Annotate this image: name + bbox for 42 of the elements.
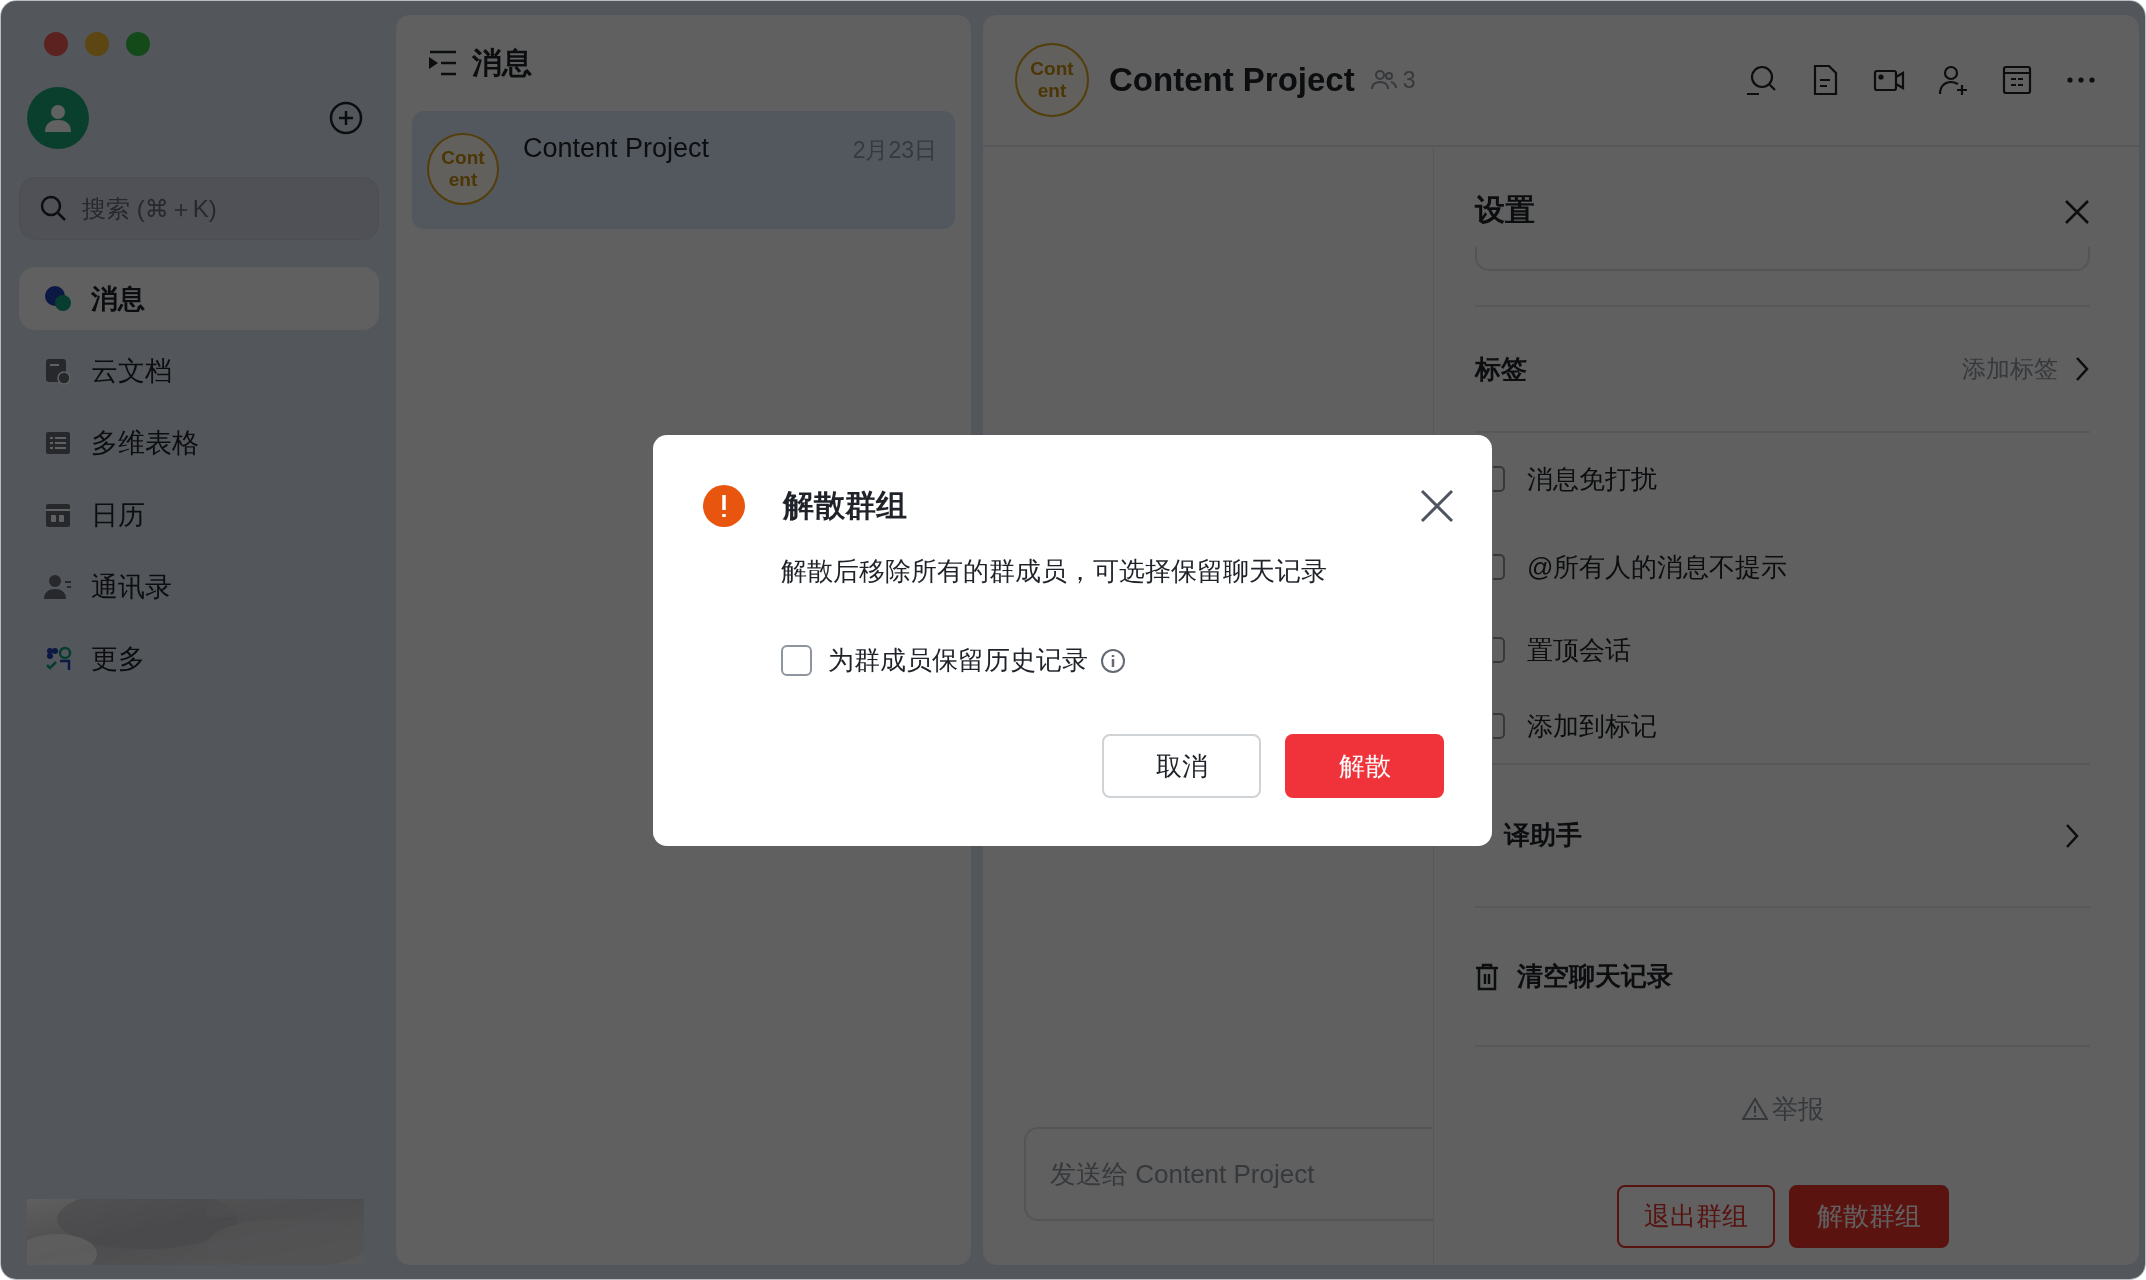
settings-title: 设置 [1475, 195, 1535, 225]
option-label: @所有人的消息不提示 [1527, 550, 1788, 584]
nav-item[interactable]: 更多 [19, 627, 379, 690]
close-icon[interactable] [2064, 199, 2090, 225]
tags-label: 标签 [1475, 352, 1527, 386]
checkbox-label: 为群成员保留历史记录 [828, 644, 1088, 678]
nav-item[interactable]: 日历 [19, 483, 379, 546]
nav-item[interactable]: 云文档 [19, 339, 379, 402]
option-label: 消息免打扰 [1527, 462, 1657, 496]
calendar-icon[interactable] [2000, 63, 2034, 97]
checkbox[interactable] [781, 645, 812, 677]
info-icon[interactable] [1100, 647, 1126, 674]
trash-icon [1475, 962, 1499, 991]
leave-group-button[interactable]: 退出群组 [1616, 1185, 1775, 1248]
search-icon [39, 194, 67, 222]
nav-item[interactable]: 多维表格 [19, 411, 379, 474]
group-avatar: Cont ent [1015, 43, 1089, 117]
chat-bubbles-icon [43, 283, 73, 314]
close-window-icon[interactable] [44, 32, 68, 56]
option-label: 置顶会话 [1527, 633, 1631, 667]
dialog-title: 解散群组 [783, 487, 907, 525]
members-icon [1370, 69, 1397, 91]
close-icon[interactable] [1420, 489, 1454, 523]
group-avatar: Cont ent [427, 133, 499, 205]
warning-icon [1741, 1097, 1768, 1121]
chat-title: Content Project [1109, 61, 1355, 99]
collapse-menu-icon[interactable] [428, 50, 456, 76]
confirm-button[interactable]: 解散 [1285, 734, 1444, 798]
search-icon[interactable] [1744, 63, 1778, 97]
panel-title: 消息 [472, 44, 532, 81]
clear-history-link[interactable]: 清空聊天记录 [1517, 959, 1673, 994]
option-label: 添加到标记 [1527, 709, 1657, 743]
nav-item[interactable]: 通讯录 [19, 555, 379, 618]
chevron-right-icon [2074, 355, 2090, 383]
nav-item[interactable]: 消息 [19, 267, 379, 330]
translator-label[interactable]: 译助手 [1504, 818, 1582, 853]
add-member-icon[interactable] [1936, 63, 1970, 97]
cancel-button[interactable]: 取消 [1102, 734, 1261, 798]
disband-group-button[interactable]: 解散群组 [1788, 1185, 1949, 1248]
dialog-message: 解散后移除所有的群成员，可选择保留聊天记录 [781, 555, 1328, 588]
warning-icon [703, 485, 745, 527]
add-icon[interactable] [329, 101, 363, 135]
